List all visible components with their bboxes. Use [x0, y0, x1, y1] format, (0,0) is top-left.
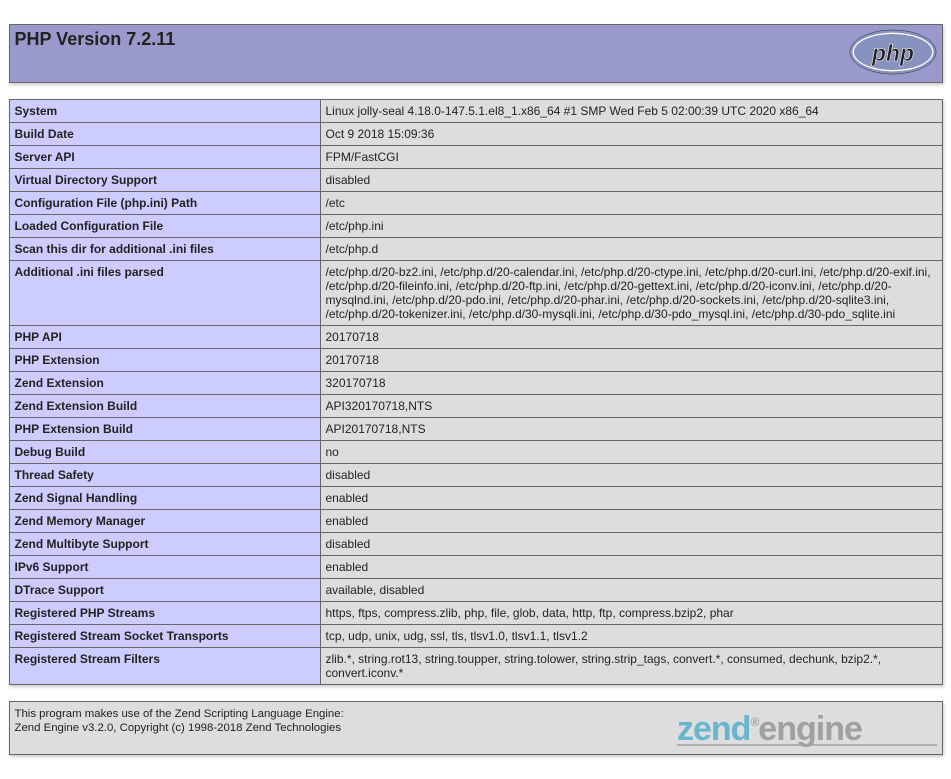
row-value: API320170718,NTS — [320, 395, 942, 418]
svg-text:zend®engine: zend®engine — [677, 710, 862, 748]
row-label: Registered PHP Streams — [9, 602, 320, 625]
row-value: /etc/php.ini — [320, 215, 942, 238]
table-row: Additional .ini files parsed/etc/php.d/2… — [9, 261, 942, 326]
header-table: php PHP Version 7.2.11 — [9, 24, 943, 83]
row-value: disabled — [320, 464, 942, 487]
row-label: System — [9, 100, 320, 123]
table-row: Registered Stream Socket Transportstcp, … — [9, 625, 942, 648]
row-value: available, disabled — [320, 579, 942, 602]
row-label: Zend Extension — [9, 372, 320, 395]
table-row: IPv6 Supportenabled — [9, 556, 942, 579]
row-value: Linux jolly-seal 4.18.0-147.5.1.el8_1.x8… — [320, 100, 942, 123]
php-logo-icon: php — [849, 29, 937, 75]
row-value: zlib.*, string.rot13, string.toupper, st… — [320, 648, 942, 685]
info-table: SystemLinux jolly-seal 4.18.0-147.5.1.el… — [9, 99, 943, 685]
table-row: Zend Extension320170718 — [9, 372, 942, 395]
footer-line-1: This program makes use of the Zend Scrip… — [15, 708, 344, 720]
table-row: PHP Extension BuildAPI20170718,NTS — [9, 418, 942, 441]
table-row: Registered Stream Filterszlib.*, string.… — [9, 648, 942, 685]
table-row: Loaded Configuration File/etc/php.ini — [9, 215, 942, 238]
table-row: Server APIFPM/FastCGI — [9, 146, 942, 169]
row-label: Configuration File (php.ini) Path — [9, 192, 320, 215]
row-value: enabled — [320, 510, 942, 533]
page-title: PHP Version 7.2.11 — [15, 29, 937, 50]
table-row: PHP API20170718 — [9, 326, 942, 349]
table-row: Registered PHP Streamshttps, ftps, compr… — [9, 602, 942, 625]
row-label: Zend Memory Manager — [9, 510, 320, 533]
row-label: Zend Multibyte Support — [9, 533, 320, 556]
row-label: IPv6 Support — [9, 556, 320, 579]
table-row: Build DateOct 9 2018 15:09:36 — [9, 123, 942, 146]
row-label: PHP API — [9, 326, 320, 349]
row-label: PHP Extension — [9, 349, 320, 372]
row-value: /etc — [320, 192, 942, 215]
table-row: Debug Buildno — [9, 441, 942, 464]
row-value: Oct 9 2018 15:09:36 — [320, 123, 942, 146]
row-label: Server API — [9, 146, 320, 169]
row-label: Registered Stream Filters — [9, 648, 320, 685]
row-value: tcp, udp, unix, udg, ssl, tls, tlsv1.0, … — [320, 625, 942, 648]
table-row: SystemLinux jolly-seal 4.18.0-147.5.1.el… — [9, 100, 942, 123]
table-row: Scan this dir for additional .ini files/… — [9, 238, 942, 261]
footer-line-2: Zend Engine v3.2.0, Copyright (c) 1998-2… — [15, 722, 342, 734]
row-label: Build Date — [9, 123, 320, 146]
row-label: Loaded Configuration File — [9, 215, 320, 238]
table-row: PHP Extension20170718 — [9, 349, 942, 372]
table-row: Zend Memory Managerenabled — [9, 510, 942, 533]
row-value: FPM/FastCGI — [320, 146, 942, 169]
row-label: Scan this dir for additional .ini files — [9, 238, 320, 261]
php-logo-link[interactable]: php — [849, 29, 937, 78]
row-value: enabled — [320, 487, 942, 510]
svg-text:php: php — [871, 40, 914, 66]
row-value: disabled — [320, 533, 942, 556]
row-label: PHP Extension Build — [9, 418, 320, 441]
row-value: 320170718 — [320, 372, 942, 395]
table-row: Zend Signal Handlingenabled — [9, 487, 942, 510]
table-row: DTrace Supportavailable, disabled — [9, 579, 942, 602]
row-label: Zend Extension Build — [9, 395, 320, 418]
row-label: Virtual Directory Support — [9, 169, 320, 192]
row-value: disabled — [320, 169, 942, 192]
row-value: /etc/php.d/20-bz2.ini, /etc/php.d/20-cal… — [320, 261, 942, 326]
row-value: /etc/php.d — [320, 238, 942, 261]
row-value: enabled — [320, 556, 942, 579]
row-value: 20170718 — [320, 349, 942, 372]
table-row: Thread Safetydisabled — [9, 464, 942, 487]
row-value: 20170718 — [320, 326, 942, 349]
zend-logo-icon: zend®engine — [677, 706, 937, 750]
row-value: no — [320, 441, 942, 464]
row-label: DTrace Support — [9, 579, 320, 602]
row-value: API20170718,NTS — [320, 418, 942, 441]
table-row: Zend Extension BuildAPI320170718,NTS — [9, 395, 942, 418]
row-label: Zend Signal Handling — [9, 487, 320, 510]
row-label: Debug Build — [9, 441, 320, 464]
row-label: Thread Safety — [9, 464, 320, 487]
footer-table: zend®engine This program makes use of th… — [9, 701, 943, 755]
table-row: Virtual Directory Supportdisabled — [9, 169, 942, 192]
row-value: https, ftps, compress.zlib, php, file, g… — [320, 602, 942, 625]
row-label: Additional .ini files parsed — [9, 261, 320, 326]
row-label: Registered Stream Socket Transports — [9, 625, 320, 648]
table-row: Configuration File (php.ini) Path/etc — [9, 192, 942, 215]
table-row: Zend Multibyte Supportdisabled — [9, 533, 942, 556]
